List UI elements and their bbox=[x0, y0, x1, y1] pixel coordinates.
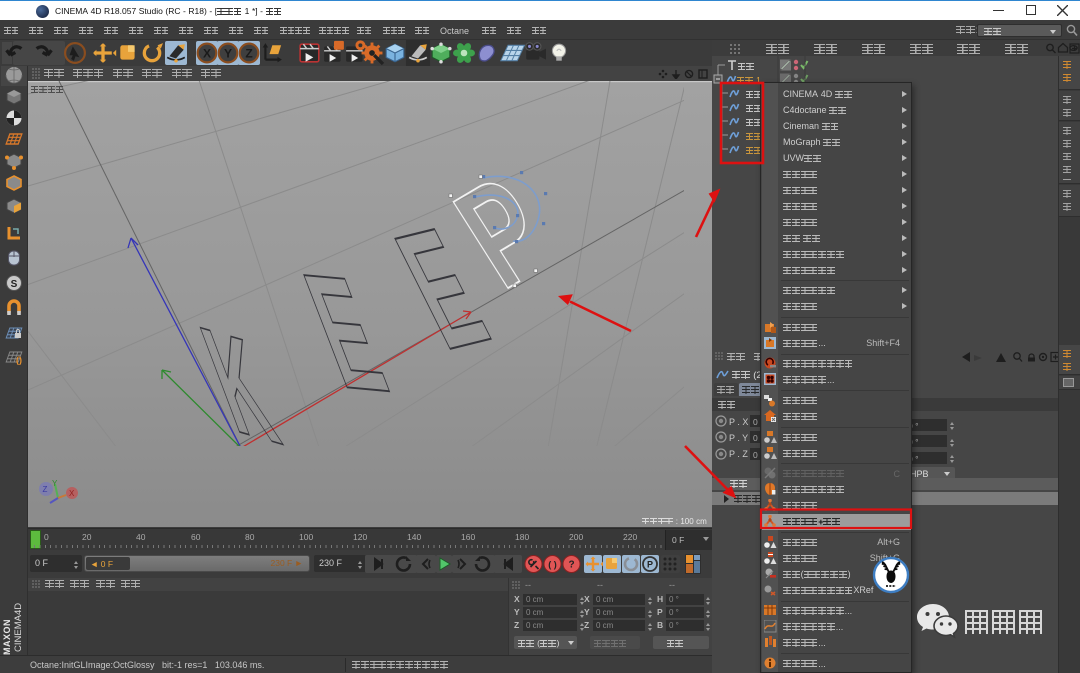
svg-text:Y: Y bbox=[224, 47, 232, 61]
svg-text:X: X bbox=[69, 489, 75, 498]
svg-text:?: ? bbox=[568, 560, 574, 571]
svg-text:P: P bbox=[647, 560, 653, 570]
svg-text:X: X bbox=[203, 47, 211, 61]
svg-text:S: S bbox=[11, 279, 18, 290]
svg-text:Z: Z bbox=[43, 485, 48, 494]
svg-text:( ): ( ) bbox=[548, 560, 557, 570]
svg-text:): ) bbox=[19, 355, 22, 365]
svg-text:Y: Y bbox=[52, 479, 58, 488]
svg-text:Z: Z bbox=[245, 47, 253, 61]
